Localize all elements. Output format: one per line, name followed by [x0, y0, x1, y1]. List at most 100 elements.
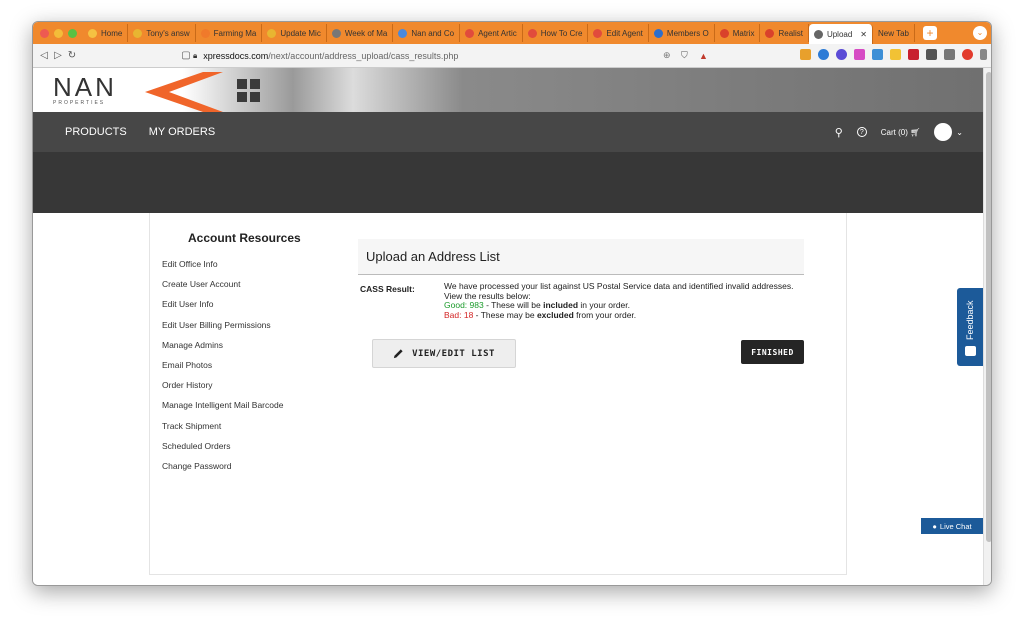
- sidebar-item-scheduled-orders[interactable]: Scheduled Orders: [162, 440, 283, 460]
- tab-1[interactable]: Tony's answ: [128, 24, 196, 42]
- cart-link[interactable]: Cart (0) 🛒︎: [881, 128, 921, 137]
- good-count: Good: 983: [444, 300, 484, 310]
- live-chat-label: Live Chat: [939, 521, 972, 531]
- tab-4[interactable]: Week of Ma: [327, 24, 394, 42]
- close-window-button[interactable]: [40, 28, 49, 38]
- apps-grid-icon[interactable]: [237, 79, 260, 102]
- reload-icon[interactable]: ↻: [65, 50, 79, 61]
- tab-8[interactable]: Edit Agent: [588, 24, 649, 42]
- sidebar-item-manage-intelligent-mail-barcode[interactable]: Manage Intelligent Mail Barcode: [162, 399, 283, 419]
- tab-label: Home: [101, 28, 123, 38]
- tab-label: New Tab: [878, 28, 909, 38]
- chevron-down-icon[interactable]: ⌄: [973, 26, 987, 40]
- bookmark-icon[interactable]: ▢: [179, 50, 193, 61]
- warning-icon[interactable]: ▲: [699, 51, 708, 61]
- help-icon[interactable]: ?: [856, 127, 867, 137]
- sidebar-item-order-history[interactable]: Order History: [162, 379, 283, 399]
- forward-icon[interactable]: ▷: [51, 50, 65, 61]
- sidebar-item-email-photos[interactable]: Email Photos: [162, 359, 283, 379]
- lock-icon: 🔒︎: [193, 50, 198, 60]
- minimize-window-button[interactable]: [54, 28, 63, 38]
- extension-icon[interactable]: [908, 49, 919, 60]
- sidebar-item-edit-user-billing-permissions[interactable]: Edit User Billing Permissions: [162, 319, 283, 339]
- tab-label: Tony's answ: [146, 28, 190, 38]
- tab-favicon-icon: [88, 28, 97, 38]
- extension-icon[interactable]: [872, 49, 883, 60]
- desktop: Home Tony's answ Farming Ma Update Mic W…: [0, 0, 1024, 629]
- extension-icon[interactable]: [890, 49, 901, 60]
- bad-tail: from your order.: [573, 309, 637, 320]
- cass-label: CASS Result:: [360, 284, 415, 294]
- extension-icon[interactable]: [944, 49, 955, 60]
- zoom-icon[interactable]: ⊕: [663, 50, 671, 61]
- good-emphasis: included: [543, 300, 579, 310]
- sidebar-item-track-shipment[interactable]: Track Shipment: [162, 420, 283, 440]
- menu-icon[interactable]: [980, 49, 987, 60]
- tab-9[interactable]: Members O: [649, 24, 715, 42]
- sidebar-list: Edit Office Info Create User Account Edi…: [162, 258, 283, 480]
- tab-favicon-icon: [267, 28, 277, 38]
- tab-7[interactable]: How To Cre: [523, 24, 589, 42]
- sidebar-item-change-password[interactable]: Change Password: [162, 460, 283, 480]
- page-scrollbar[interactable]: [983, 68, 991, 585]
- tab-label: Agent Artic: [478, 28, 517, 38]
- logo-text: NAN: [53, 72, 117, 102]
- cart-icon: 🛒︎: [910, 127, 921, 137]
- good-text: - These will be: [483, 300, 544, 310]
- browser-window: Home Tony's answ Farming Ma Update Mic W…: [32, 21, 992, 586]
- bad-text: - These may be: [473, 309, 537, 320]
- tab-6[interactable]: Agent Artic: [460, 24, 523, 42]
- shield-icon[interactable]: ⛉: [681, 50, 688, 61]
- new-tab-button[interactable]: +: [922, 26, 937, 40]
- sidebar-item-manage-admins[interactable]: Manage Admins: [162, 339, 283, 359]
- menu-products[interactable]: PRODUCTS: [65, 126, 127, 138]
- tab-10[interactable]: Matrix: [715, 24, 761, 42]
- sidebar-item-edit-office-info[interactable]: Edit Office Info: [162, 258, 283, 278]
- user-menu[interactable]: ⌄: [934, 123, 963, 141]
- tab-favicon-icon: [331, 28, 341, 38]
- feedback-label: Feedback: [965, 300, 975, 340]
- scrollbar-thumb[interactable]: [986, 72, 991, 542]
- site-logo[interactable]: NAN PROPERTIES: [53, 74, 123, 108]
- sidebar-item-edit-user-info[interactable]: Edit User Info: [162, 298, 283, 318]
- tab-label: Members O: [666, 28, 709, 38]
- tab-favicon-icon: [200, 28, 210, 38]
- sidebar-item-create-user-account[interactable]: Create User Account: [162, 278, 283, 298]
- chevron-down-icon: ⌄: [956, 127, 963, 137]
- maximize-window-button[interactable]: [68, 28, 77, 38]
- close-tab-icon[interactable]: ✕: [860, 30, 867, 39]
- tab-11[interactable]: Realist: [760, 24, 809, 42]
- extension-icon[interactable]: [962, 49, 973, 60]
- good-tail: in your order.: [578, 300, 631, 310]
- menu-my-orders[interactable]: MY ORDERS: [149, 126, 215, 138]
- extension-icon[interactable]: [854, 49, 865, 60]
- tab-12-active[interactable]: Upload ✕: [808, 24, 873, 44]
- tab-favicon-icon: [527, 28, 537, 38]
- finished-button[interactable]: FINISHED: [741, 340, 804, 364]
- tab-label: How To Cre: [540, 28, 583, 38]
- tab-5[interactable]: Nan and Co: [393, 24, 461, 42]
- cass-summary: We have processed your list against US P…: [444, 281, 794, 301]
- back-icon[interactable]: ◁: [37, 50, 51, 61]
- page-title: Upload an Address List: [366, 249, 500, 264]
- site-header: NAN PROPERTIES: [33, 68, 983, 112]
- avatar: [934, 123, 953, 141]
- url-field[interactable]: 🔒︎ xpressdocs.com/next/account/address_u…: [193, 47, 733, 64]
- search-icon[interactable]: ⚲: [835, 126, 843, 139]
- extension-icon[interactable]: [836, 49, 847, 60]
- tab-3[interactable]: Update Mic: [262, 24, 327, 42]
- tab-favicon-icon: [813, 29, 823, 39]
- tab-favicon-icon: [398, 28, 408, 38]
- view-edit-list-button[interactable]: VIEW/EDIT LIST: [372, 339, 516, 368]
- chat-bubble-icon: ●: [932, 521, 937, 531]
- tab-2[interactable]: Farming Ma: [196, 24, 263, 42]
- banner-band: [33, 152, 983, 213]
- puzzle-icon[interactable]: [926, 49, 937, 60]
- feedback-tab[interactable]: Feedback: [957, 288, 983, 366]
- extension-icon[interactable]: [800, 49, 811, 60]
- extension-icon[interactable]: [818, 49, 829, 60]
- tab-13[interactable]: New Tab: [873, 24, 915, 42]
- live-chat-button[interactable]: ● Live Chat: [921, 518, 983, 534]
- web-page: NAN PROPERTIES PRODUCTS MY ORDERS ⚲ ? Ca…: [33, 68, 983, 585]
- tab-0[interactable]: Home: [83, 24, 129, 42]
